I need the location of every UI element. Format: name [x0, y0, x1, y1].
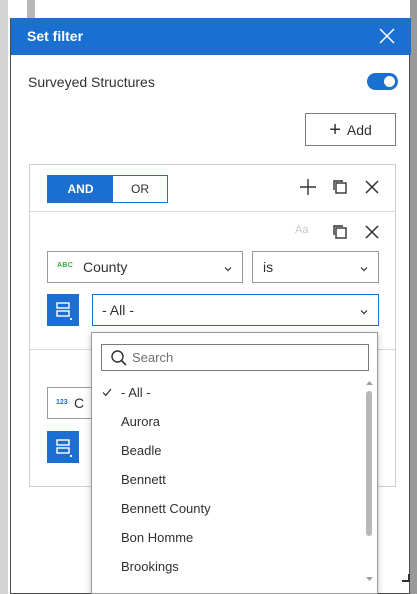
list-icon: [56, 439, 72, 457]
dropdown-option[interactable]: Bennett County: [92, 494, 362, 523]
clause2-field-select[interactable]: 123 C: [47, 387, 92, 419]
dialog-title: Set filter: [27, 28, 84, 44]
value-select[interactable]: - All -: [92, 294, 379, 326]
scroll-down-icon[interactable]: [365, 575, 374, 583]
dropdown-option-label: Beadle: [121, 443, 162, 458]
plus-icon: +: [329, 118, 341, 141]
clause2-field-value: C: [74, 395, 85, 411]
dropdown-option-label: Brookings: [121, 559, 179, 574]
scrollbar-thumb[interactable]: [366, 391, 372, 536]
value-source-button[interactable]: [47, 294, 79, 326]
chevron-down-icon: [359, 261, 369, 272]
add-button-label: Add: [346, 121, 372, 138]
field-select[interactable]: ABC County: [47, 251, 243, 283]
dropdown-option-label: -: [121, 588, 125, 593]
duplicate-group-icon[interactable]: [328, 175, 352, 199]
scroll-up-icon[interactable]: [365, 379, 374, 387]
list-icon: [56, 302, 72, 320]
layer-toggle[interactable]: [367, 73, 398, 90]
clause2-value-source-button[interactable]: [47, 431, 79, 463]
dropdown-option[interactable]: - All -: [92, 378, 362, 407]
delete-clause-icon[interactable]: [360, 220, 384, 244]
duplicate-clause-icon[interactable]: [328, 220, 352, 244]
toggle-knob: [384, 76, 395, 87]
chevron-down-icon: [359, 304, 369, 315]
dropdown-option[interactable]: Brookings: [92, 552, 362, 581]
search-placeholder: Search: [132, 350, 174, 365]
resize-handle-icon[interactable]: [401, 573, 411, 583]
value-dropdown-list: Search - All - Aurora Beadle Bennett Bennett…: [91, 332, 378, 594]
search-icon: [111, 350, 127, 366]
value-select-value: - All -: [102, 302, 134, 318]
case-sensitive-icon[interactable]: Aa: [295, 224, 308, 236]
dropdown-option-label: Aurora: [121, 414, 161, 429]
dropdown-option-label: Bon Homme: [121, 530, 194, 545]
add-button[interactable]: + Add: [305, 113, 396, 146]
field-select-value: County: [83, 259, 128, 275]
checkmark-icon: [102, 388, 112, 397]
string-type-icon: ABC: [57, 262, 74, 269]
add-clause-icon[interactable]: [296, 175, 320, 199]
dialog-titlebar: Set filter: [11, 18, 411, 55]
dropdown-search-input[interactable]: Search: [101, 344, 369, 371]
chevron-down-icon: [223, 261, 233, 272]
dropdown-option-label: Bennett: [121, 472, 166, 487]
group-header: AND OR: [30, 165, 395, 212]
background-strip-left: [0, 0, 8, 594]
operator-select[interactable]: is: [252, 251, 379, 283]
dropdown-option[interactable]: -: [92, 581, 362, 593]
logic-toggle: AND OR: [47, 175, 168, 203]
dropdown-option-label: Bennett County: [121, 501, 211, 516]
dropdown-option[interactable]: Beadle: [92, 436, 362, 465]
operator-select-value: is: [263, 259, 274, 275]
or-button[interactable]: OR: [113, 176, 167, 202]
dropdown-option[interactable]: Aurora: [92, 407, 362, 436]
delete-group-icon[interactable]: [360, 175, 384, 199]
close-icon[interactable]: [375, 24, 399, 48]
filter-clause: Aa ABC County is - All -: [30, 212, 395, 350]
and-button[interactable]: AND: [48, 176, 113, 202]
dropdown-scrollbar[interactable]: [365, 379, 374, 589]
dropdown-option-label: - All -: [121, 385, 151, 400]
number-type-icon: 123: [56, 399, 68, 406]
layer-label: Surveyed Structures: [28, 74, 155, 90]
background-strip-right: [410, 0, 417, 594]
dropdown-option[interactable]: Bennett: [92, 465, 362, 494]
dropdown-option[interactable]: Bon Homme: [92, 523, 362, 552]
